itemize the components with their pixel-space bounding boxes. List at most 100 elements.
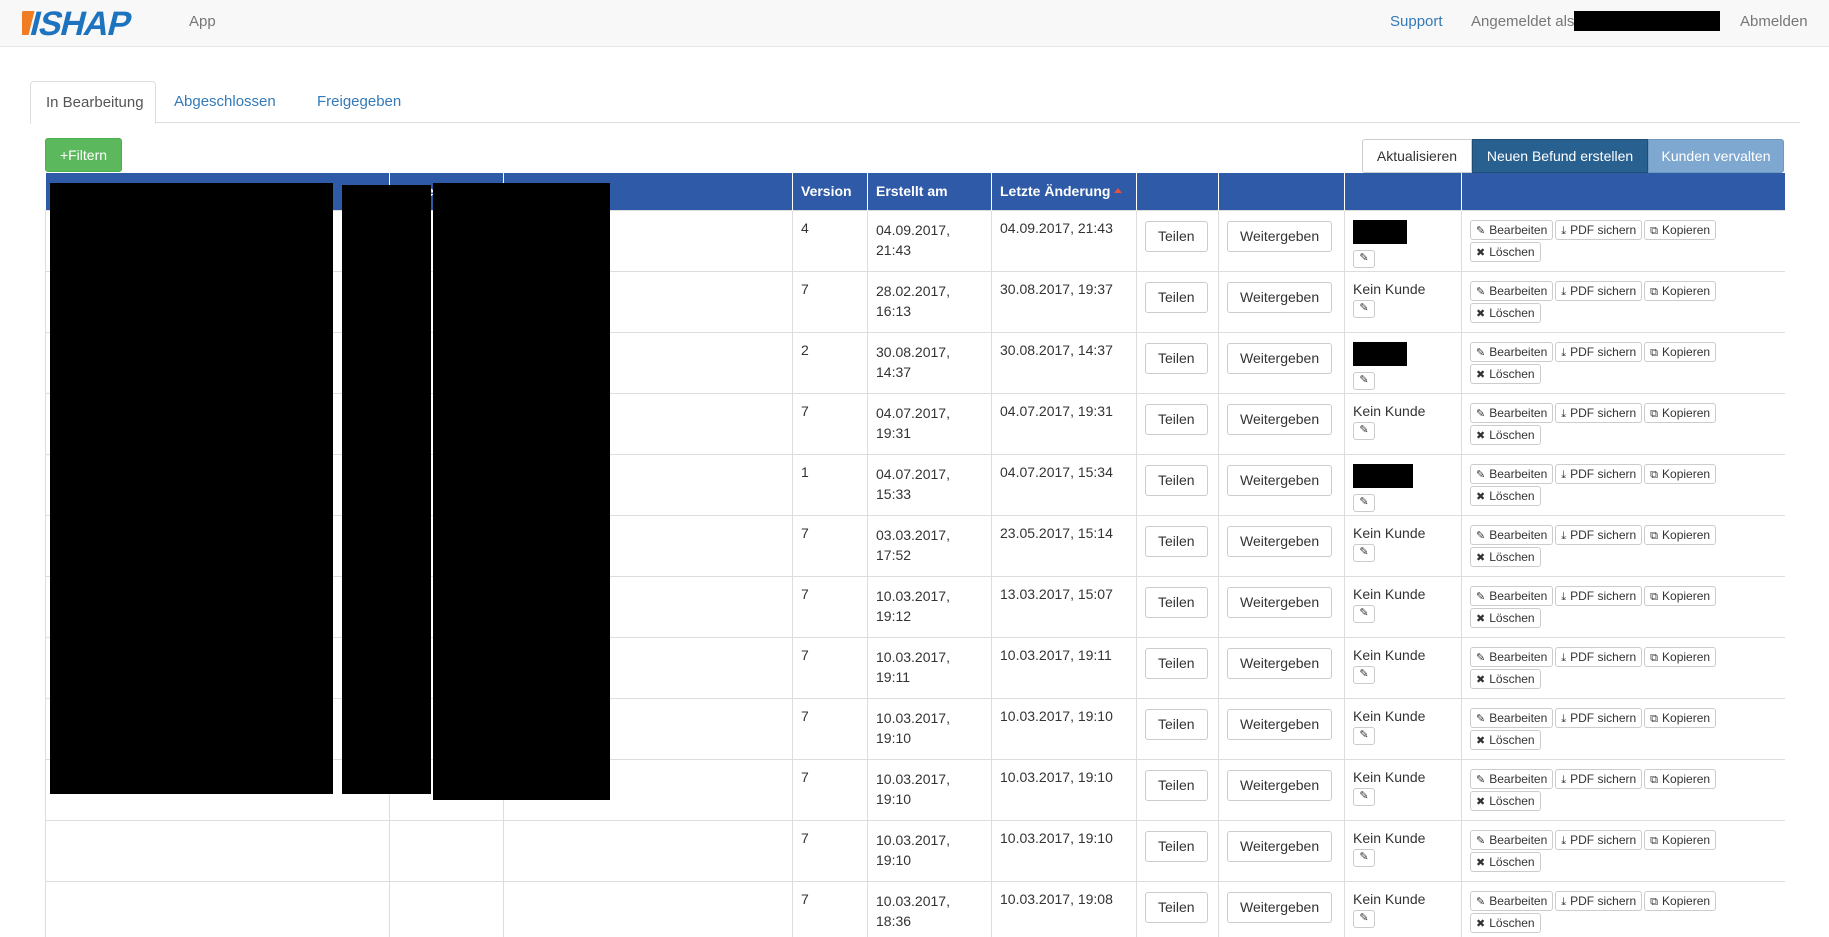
delete-button[interactable]: ✖ Löschen: [1470, 729, 1541, 750]
edit-button[interactable]: ✎ Bearbeiten: [1470, 646, 1554, 667]
pdf-save-button[interactable]: ⤓ PDF sichern: [1555, 646, 1643, 667]
copy-icon: ⧉: [1650, 834, 1659, 847]
copy-button[interactable]: ⧉ Kopieren: [1644, 341, 1717, 362]
tab-in-bearbeitung[interactable]: In Bearbeitung: [30, 81, 156, 124]
edit-customer-pencil-icon[interactable]: ✎: [1353, 299, 1375, 318]
manage-customers-button[interactable]: Kunden vervalten: [1648, 139, 1784, 173]
copy-button[interactable]: ⧉ Kopieren: [1644, 768, 1717, 789]
pdf-save-button[interactable]: ⤓ PDF sichern: [1555, 524, 1643, 545]
copy-button[interactable]: ⧉ Kopieren: [1644, 829, 1717, 850]
share-button[interactable]: Teilen: [1145, 281, 1208, 313]
share-button[interactable]: Teilen: [1145, 464, 1208, 496]
edit-customer-pencil-icon[interactable]: ✎: [1353, 371, 1375, 390]
edit-customer-pencil-icon[interactable]: ✎: [1353, 249, 1375, 268]
tab-freigegeben[interactable]: Freigegeben: [302, 81, 416, 123]
edit-button[interactable]: ✎ Bearbeiten: [1470, 524, 1554, 545]
copy-button[interactable]: ⧉ Kopieren: [1644, 585, 1717, 606]
forward-button[interactable]: Weitergeben: [1227, 586, 1333, 618]
support-link[interactable]: Support: [1390, 13, 1443, 30]
delete-button[interactable]: ✖ Löschen: [1470, 668, 1541, 689]
delete-button[interactable]: ✖ Löschen: [1470, 485, 1541, 506]
pdf-save-button[interactable]: ⤓ PDF sichern: [1555, 402, 1643, 423]
copy-button[interactable]: ⧉ Kopieren: [1644, 707, 1717, 728]
delete-button[interactable]: ✖ Löschen: [1470, 302, 1541, 323]
edit-button[interactable]: ✎ Bearbeiten: [1470, 463, 1554, 484]
pdf-save-button[interactable]: ⤓ PDF sichern: [1555, 585, 1643, 606]
edit-button[interactable]: ✎ Bearbeiten: [1470, 341, 1554, 362]
copy-button[interactable]: ⧉ Kopieren: [1644, 524, 1717, 545]
pdf-save-button[interactable]: ⤓ PDF sichern: [1555, 707, 1643, 728]
edit-customer-pencil-icon[interactable]: ✎: [1353, 909, 1375, 928]
column-header-version[interactable]: Version: [792, 173, 868, 210]
edit-button[interactable]: ✎ Bearbeiten: [1470, 585, 1554, 606]
forward-button[interactable]: Weitergeben: [1227, 403, 1333, 435]
share-button[interactable]: Teilen: [1145, 647, 1208, 679]
forward-button[interactable]: Weitergeben: [1227, 220, 1333, 252]
table-row[interactable]: 7 10.03.2017, 18:36 10.03.2017, 19:08 Tei…: [45, 880, 1785, 937]
copy-button[interactable]: ⧉ Kopieren: [1644, 463, 1717, 484]
table-row[interactable]: 7 10.03.2017, 19:10 10.03.2017, 19:10 Tei…: [45, 819, 1785, 882]
edit-customer-pencil-icon[interactable]: ✎: [1353, 604, 1375, 623]
share-button[interactable]: Teilen: [1145, 769, 1208, 801]
edit-button[interactable]: ✎ Bearbeiten: [1470, 402, 1554, 423]
pdf-save-button[interactable]: ⤓ PDF sichern: [1555, 463, 1643, 484]
new-report-button[interactable]: Neuen Befund erstellen: [1472, 139, 1648, 173]
copy-button[interactable]: ⧉ Kopieren: [1644, 280, 1717, 301]
forward-button[interactable]: Weitergeben: [1227, 281, 1333, 313]
edit-customer-pencil-icon[interactable]: ✎: [1353, 543, 1375, 562]
delete-button[interactable]: ✖ Löschen: [1470, 546, 1541, 567]
filter-button[interactable]: +Filtern: [45, 138, 122, 172]
pdf-save-button[interactable]: ⤓ PDF sichern: [1555, 280, 1643, 301]
delete-button[interactable]: ✖ Löschen: [1470, 607, 1541, 628]
delete-button[interactable]: ✖ Löschen: [1470, 912, 1541, 933]
share-button[interactable]: Teilen: [1145, 342, 1208, 374]
forward-button[interactable]: Weitergeben: [1227, 891, 1333, 923]
share-button[interactable]: Teilen: [1145, 708, 1208, 740]
edit-customer-pencil-icon[interactable]: ✎: [1353, 493, 1375, 512]
tab-abgeschlossen[interactable]: Abgeschlossen: [159, 81, 291, 123]
refresh-button[interactable]: Aktualisieren: [1362, 139, 1472, 173]
copy-button[interactable]: ⧉ Kopieren: [1644, 646, 1717, 667]
delete-button[interactable]: ✖ Löschen: [1470, 851, 1541, 872]
column-header-letzte-aenderung[interactable]: Letzte Änderung: [991, 173, 1137, 210]
share-button[interactable]: Teilen: [1145, 891, 1208, 923]
copy-button[interactable]: ⧉ Kopieren: [1644, 402, 1717, 423]
delete-button[interactable]: ✖ Löschen: [1470, 241, 1541, 262]
logout-link[interactable]: Abmelden: [1740, 13, 1808, 30]
pdf-save-button[interactable]: ⤓ PDF sichern: [1555, 768, 1643, 789]
forward-button[interactable]: Weitergeben: [1227, 464, 1333, 496]
pdf-save-button[interactable]: ⤓ PDF sichern: [1555, 829, 1643, 850]
edit-customer-pencil-icon[interactable]: ✎: [1353, 665, 1375, 684]
edit-button[interactable]: ✎ Bearbeiten: [1470, 707, 1554, 728]
edit-customer-pencil-icon[interactable]: ✎: [1353, 726, 1375, 745]
edit-button[interactable]: ✎ Bearbeiten: [1470, 280, 1554, 301]
share-button[interactable]: Teilen: [1145, 220, 1208, 252]
share-button[interactable]: Teilen: [1145, 830, 1208, 862]
share-button[interactable]: Teilen: [1145, 586, 1208, 618]
share-button[interactable]: Teilen: [1145, 403, 1208, 435]
delete-button[interactable]: ✖ Löschen: [1470, 424, 1541, 445]
column-header-erstellt-am[interactable]: Erstellt am: [867, 173, 992, 210]
copy-button[interactable]: ⧉ Kopieren: [1644, 219, 1717, 240]
delete-button[interactable]: ✖ Löschen: [1470, 363, 1541, 384]
edit-customer-pencil-icon[interactable]: ✎: [1353, 421, 1375, 440]
forward-button[interactable]: Weitergeben: [1227, 708, 1333, 740]
forward-button[interactable]: Weitergeben: [1227, 525, 1333, 557]
edit-button[interactable]: ✎ Bearbeiten: [1470, 829, 1554, 850]
forward-button[interactable]: Weitergeben: [1227, 342, 1333, 374]
edit-customer-pencil-icon[interactable]: ✎: [1353, 787, 1375, 806]
delete-button[interactable]: ✖ Löschen: [1470, 790, 1541, 811]
pdf-save-button[interactable]: ⤓ PDF sichern: [1555, 890, 1643, 911]
forward-button[interactable]: Weitergeben: [1227, 769, 1333, 801]
edit-button[interactable]: ✎ Bearbeiten: [1470, 890, 1554, 911]
forward-button[interactable]: Weitergeben: [1227, 647, 1333, 679]
forward-button[interactable]: Weitergeben: [1227, 830, 1333, 862]
copy-button[interactable]: ⧉ Kopieren: [1644, 890, 1717, 911]
pdf-save-button[interactable]: ⤓ PDF sichern: [1555, 341, 1643, 362]
ishap-logo[interactable]: ISHAP: [22, 5, 178, 41]
edit-button[interactable]: ✎ Bearbeiten: [1470, 768, 1554, 789]
share-button[interactable]: Teilen: [1145, 525, 1208, 557]
edit-button[interactable]: ✎ Bearbeiten: [1470, 219, 1554, 240]
edit-customer-pencil-icon[interactable]: ✎: [1353, 848, 1375, 867]
pdf-save-button[interactable]: ⤓ PDF sichern: [1555, 219, 1643, 240]
